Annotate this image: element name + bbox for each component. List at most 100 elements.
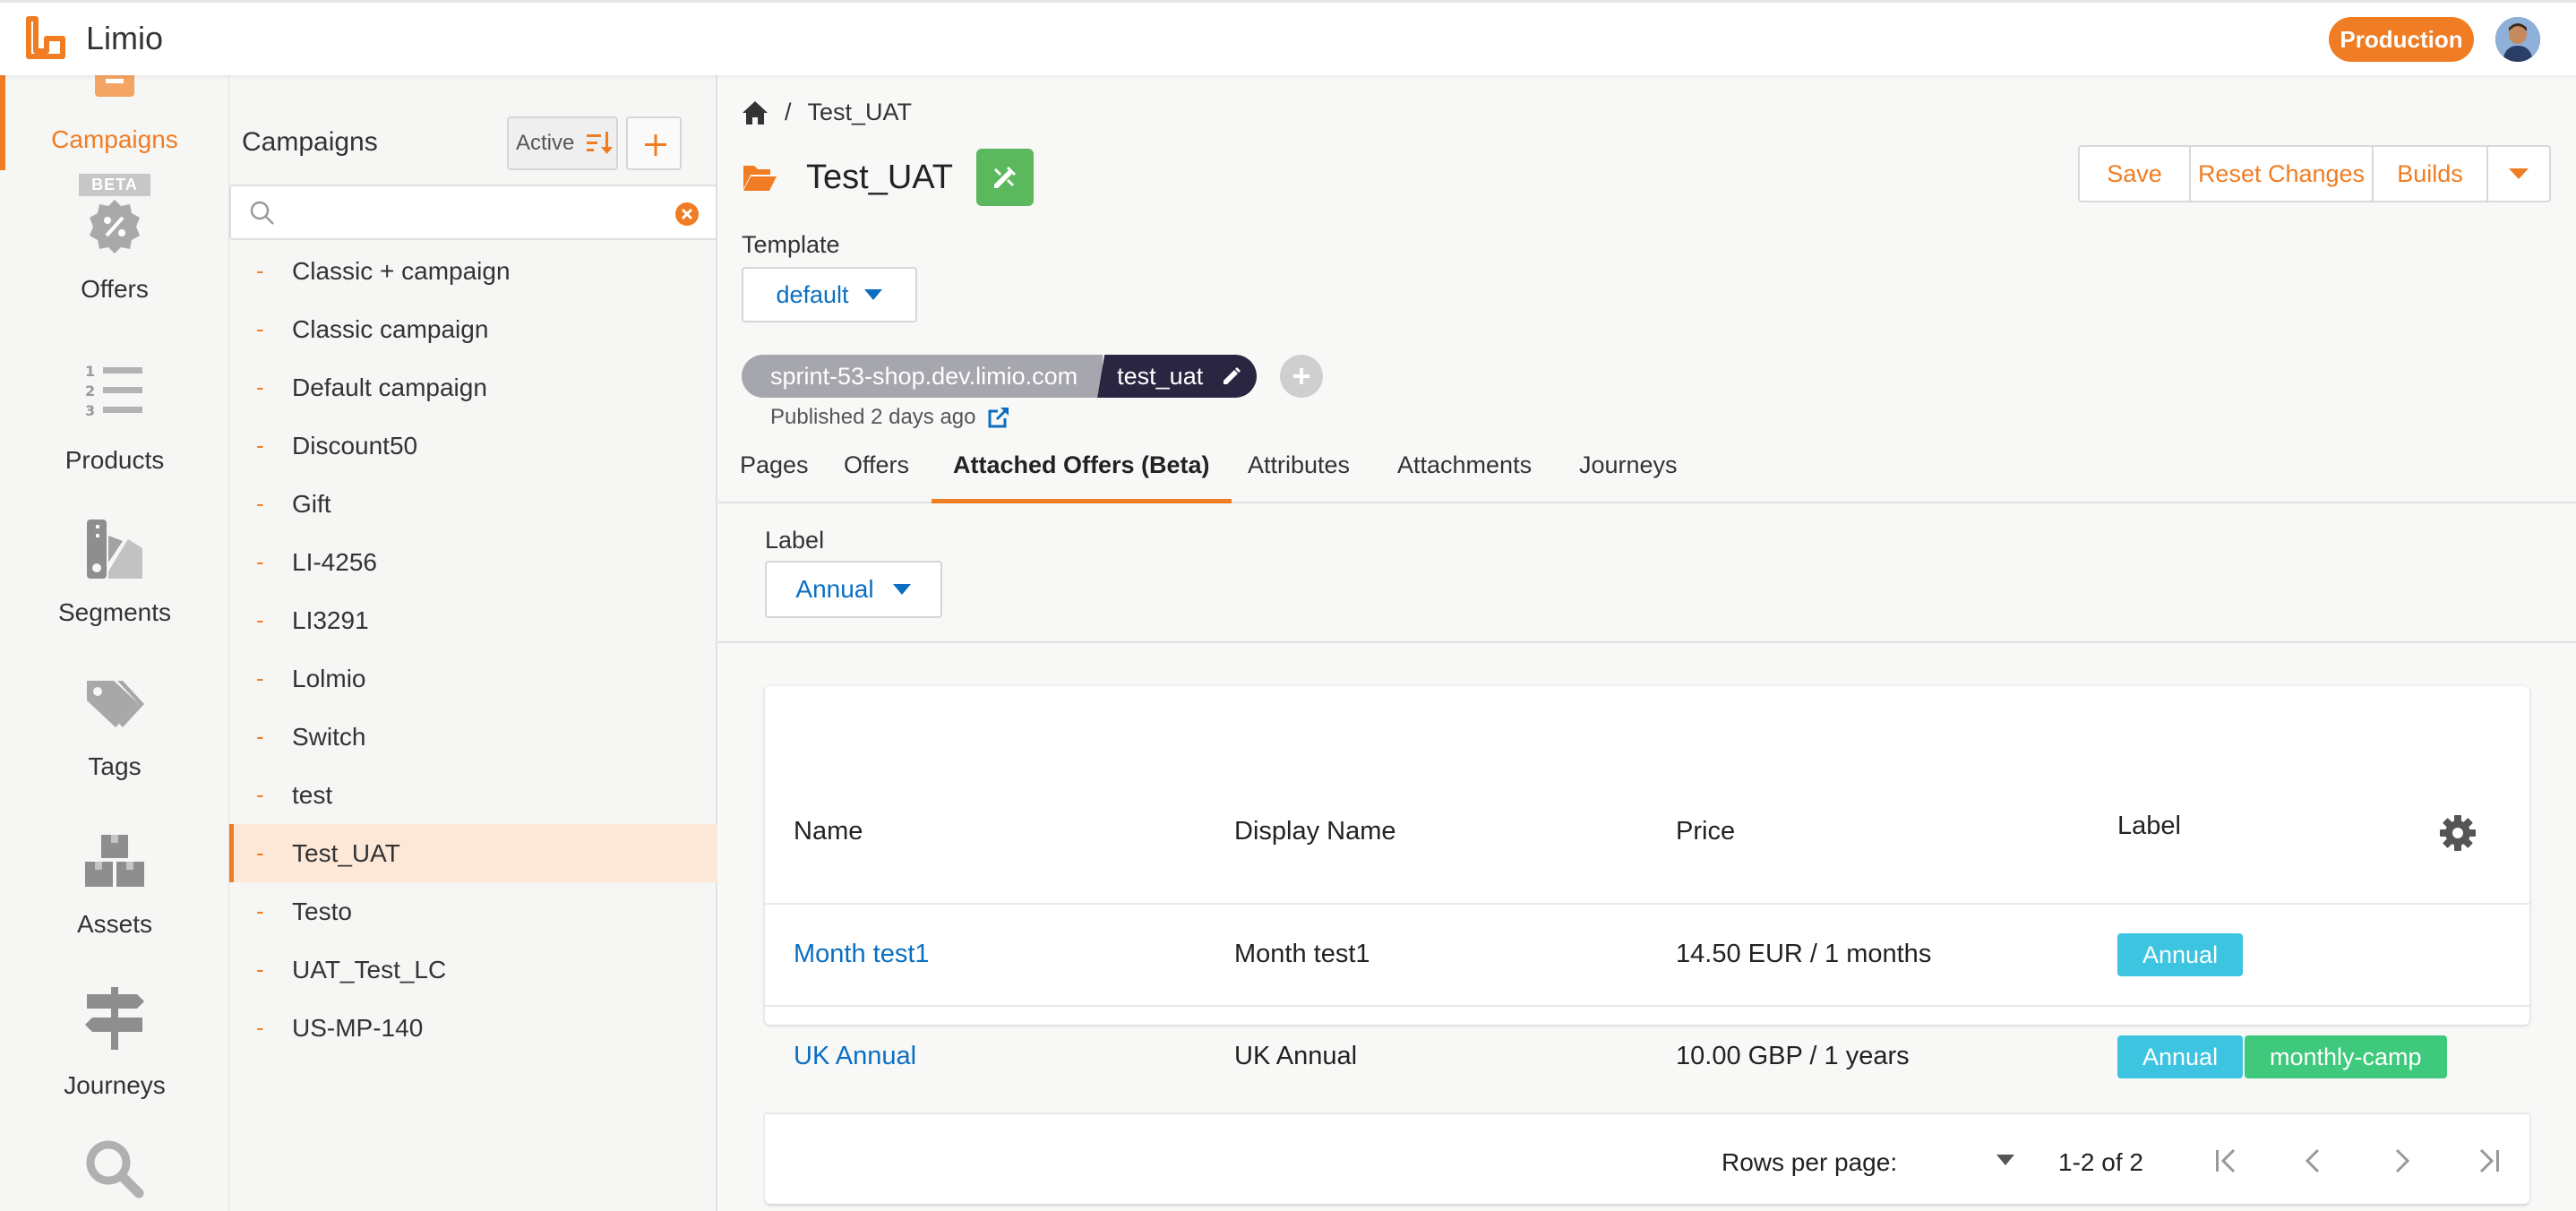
- campaign-name: Gift: [292, 489, 331, 518]
- campaign-list-item[interactable]: - Lolmio: [229, 649, 717, 708]
- nav-item-tags[interactable]: Tags: [0, 677, 228, 781]
- template-select[interactable]: default: [742, 267, 917, 322]
- environment-badge[interactable]: Production: [2329, 17, 2474, 62]
- label-filter-select[interactable]: Annual: [765, 561, 942, 618]
- table-footer: Rows per page: 1-2 of 2: [765, 1112, 2529, 1204]
- campaign-name: Classic + campaign: [292, 256, 511, 285]
- previous-page-icon[interactable]: [2298, 1145, 2331, 1177]
- user-avatar[interactable]: [2495, 17, 2540, 62]
- pencil-icon[interactable]: [1221, 365, 1242, 387]
- campaign-list-item[interactable]: - Discount50: [229, 417, 717, 475]
- next-page-icon[interactable]: [2384, 1145, 2417, 1177]
- nav-item-assets[interactable]: Assets: [0, 833, 228, 939]
- column-header-price[interactable]: Price: [1676, 817, 1735, 846]
- nav-item-campaigns[interactable]: Campaigns: [0, 75, 228, 154]
- plus-icon: [645, 134, 666, 156]
- design-tools-button[interactable]: [976, 149, 1035, 206]
- nav-item-products[interactable]: 1 2 3 Products: [0, 362, 228, 475]
- limio-logo-icon: [26, 16, 65, 59]
- left-navigation: Campaigns BETA Offers 1 2 3 Products Seg…: [0, 75, 229, 1211]
- active-filter-button[interactable]: Active: [507, 116, 618, 170]
- dash-bullet-icon: -: [256, 315, 264, 342]
- segments-swatch-icon: [87, 520, 142, 579]
- tab-attached-offers[interactable]: Attached Offers (Beta): [932, 446, 1232, 503]
- nav-item-search[interactable]: [0, 1138, 228, 1200]
- published-status: Published 2 days ago: [770, 405, 1010, 430]
- campaign-name: test: [292, 780, 333, 809]
- brand[interactable]: Limio: [23, 15, 163, 62]
- campaign-name: US-MP-140: [292, 1013, 424, 1042]
- nav-item-offers[interactable]: BETA Offers: [0, 174, 228, 304]
- campaign-list-item[interactable]: - LI3291: [229, 591, 717, 649]
- dash-bullet-icon: -: [256, 898, 264, 924]
- campaign-url: sprint-53-shop.dev.limio.com test_uat: [742, 355, 1324, 398]
- tab-offers[interactable]: Offers: [844, 446, 909, 503]
- last-page-icon[interactable]: [2472, 1145, 2504, 1177]
- nav-label-tags: Tags: [88, 752, 142, 780]
- first-page-icon[interactable]: [2211, 1145, 2243, 1177]
- column-header-name[interactable]: Name: [794, 817, 863, 846]
- label-chip: Annual: [2117, 1035, 2244, 1078]
- campaign-list-item[interactable]: - UAT_Test_LC: [229, 940, 717, 999]
- offer-name-link[interactable]: UK Annual: [794, 1042, 916, 1071]
- home-icon[interactable]: [742, 100, 769, 125]
- detail-tabs: Pages Offers Attached Offers (Beta) Attr…: [718, 446, 2576, 503]
- campaign-list-item[interactable]: - test: [229, 766, 717, 824]
- gear-icon[interactable]: [2438, 813, 2477, 853]
- builds-button[interactable]: Builds: [2374, 147, 2488, 201]
- nav-label-assets: Assets: [76, 910, 153, 938]
- tab-attachments[interactable]: Attachments: [1397, 446, 1532, 503]
- dash-bullet-icon: -: [256, 490, 264, 517]
- nav-label-journeys: Journeys: [64, 1071, 166, 1099]
- beta-badge: BETA: [79, 174, 150, 196]
- url-slug-editor[interactable]: test_uat: [1097, 355, 1258, 398]
- save-button[interactable]: Save: [2080, 147, 2191, 201]
- campaign-search[interactable]: [229, 185, 717, 240]
- campaign-list-item[interactable]: - Testo: [229, 882, 717, 940]
- column-header-label[interactable]: Label: [2117, 812, 2181, 841]
- tab-attributes[interactable]: Attributes: [1248, 446, 1350, 503]
- clear-search-icon[interactable]: [674, 201, 700, 228]
- external-link-icon[interactable]: [987, 406, 1010, 429]
- campaign-list-item[interactable]: - Classic campaign: [229, 300, 717, 358]
- dash-bullet-icon: -: [256, 606, 264, 633]
- nav-item-segments[interactable]: Segments: [0, 518, 228, 627]
- campaign-list-item[interactable]: - Gift: [229, 475, 717, 533]
- campaign-list-item[interactable]: - Default campaign: [229, 358, 717, 417]
- campaign-name: Testo: [292, 897, 352, 925]
- section-divider: [718, 641, 2576, 643]
- tab-journeys[interactable]: Journeys: [1579, 446, 1678, 503]
- rows-per-page-select[interactable]: [1947, 1139, 2028, 1181]
- campaign-list-item[interactable]: - Test_UAT: [229, 824, 717, 882]
- row-divider: [765, 1005, 2529, 1007]
- sort-icon: [587, 132, 614, 154]
- campaign-list-item[interactable]: - Classic + campaign: [229, 242, 717, 300]
- nav-item-journeys[interactable]: Journeys: [0, 987, 228, 1100]
- breadcrumb: / Test_UAT: [742, 99, 912, 126]
- title-row: Test_UAT: [742, 149, 1035, 206]
- tab-pages[interactable]: Pages: [740, 446, 809, 503]
- caret-down-icon: [2509, 168, 2529, 179]
- offer-name-link[interactable]: Month test1: [794, 940, 930, 969]
- campaign-name: LI-4256: [292, 547, 377, 576]
- campaign-list-item[interactable]: - Switch: [229, 708, 717, 766]
- campaign-list-item[interactable]: - US-MP-140: [229, 999, 717, 1057]
- dash-bullet-icon: -: [256, 548, 264, 575]
- caret-down-icon: [892, 584, 911, 595]
- search-input[interactable]: [285, 195, 652, 231]
- campaign-name: Default campaign: [292, 373, 487, 401]
- reset-changes-button[interactable]: Reset Changes: [2191, 147, 2374, 201]
- rows-per-page-label: Rows per page:: [1722, 1148, 1898, 1176]
- column-header-display-name[interactable]: Display Name: [1234, 817, 1396, 846]
- search-icon: [250, 201, 274, 225]
- add-campaign-button[interactable]: [626, 116, 682, 170]
- label-filter-value: Annual: [795, 575, 874, 603]
- breadcrumb-current: Test_UAT: [807, 99, 913, 125]
- url-domain: sprint-53-shop.dev.limio.com: [742, 355, 1103, 398]
- campaign-list-item[interactable]: - LI-4256: [229, 533, 717, 591]
- add-url-button[interactable]: [1280, 355, 1324, 398]
- more-actions-dropdown[interactable]: [2488, 147, 2549, 201]
- nav-label-campaigns: Campaigns: [51, 125, 178, 153]
- dash-bullet-icon: -: [256, 665, 264, 691]
- action-button-group: Save Reset Changes Builds: [2078, 145, 2551, 202]
